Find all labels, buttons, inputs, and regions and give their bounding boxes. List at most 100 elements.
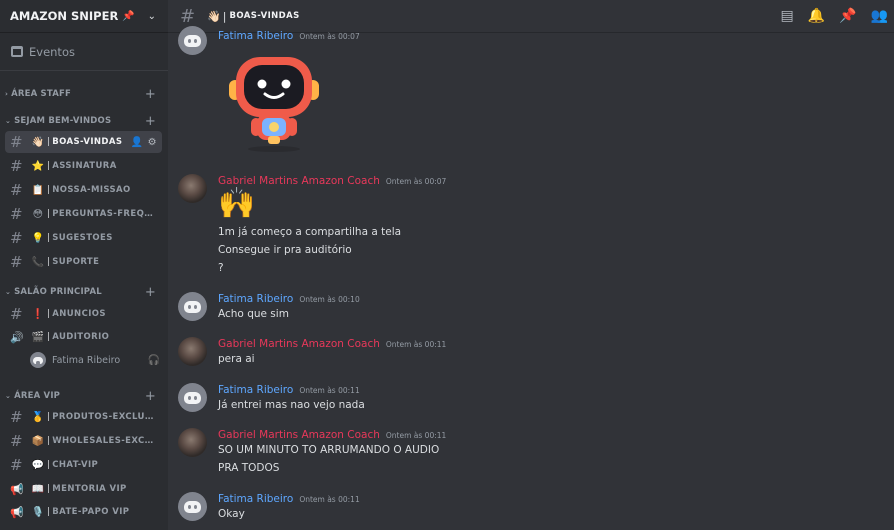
- channel-anuncios[interactable]: # ❗ | ANÚNCIOS: [5, 303, 162, 325]
- add-channel-icon[interactable]: +: [145, 114, 156, 129]
- events-label: Eventos: [29, 44, 75, 59]
- channel-emoji: 🥇: [31, 411, 45, 423]
- channel-name: ANÚNCIOS: [52, 309, 106, 319]
- message-text: Acho que sim: [218, 308, 289, 320]
- message-timestamp: Ontem às 00:11: [299, 386, 360, 395]
- channel-name: BATE-PAPO VIP: [52, 507, 130, 517]
- channel-title: BOAS-VINDAS: [229, 11, 300, 21]
- chevron-down-icon: ⌄: [5, 288, 12, 296]
- message-text: ?: [218, 262, 224, 274]
- channel-name: ASSINATURA: [52, 161, 117, 171]
- hash-icon: #: [10, 432, 23, 450]
- channel-wholesales-exclusivos[interactable]: # 📦 | WHOLESALES-EXCLUSI...: [5, 430, 162, 452]
- gear-icon[interactable]: ⚙: [148, 137, 157, 148]
- category-label: ÁREA STAFF: [11, 89, 72, 99]
- avatar[interactable]: [178, 337, 207, 366]
- channel-name: BOAS-VINDAS: [52, 137, 123, 147]
- channel-emoji: 👋🏻: [31, 136, 45, 148]
- member-list-icon[interactable]: 👥: [871, 8, 888, 24]
- category-label: SALÃO PRINCIPAL: [14, 287, 102, 297]
- chevron-right-icon: ›: [5, 90, 9, 98]
- channel-sidebar: AMAZON SNIPER 📌 ⌄ Eventos › ÁREA STAFF + ⌄…: [0, 0, 168, 530]
- message-timestamp: Ontem às 00:07: [299, 32, 360, 41]
- avatar[interactable]: [178, 428, 207, 457]
- message-text: Consegue ir pra auditório: [218, 244, 352, 256]
- server-header[interactable]: AMAZON SNIPER 📌 ⌄: [0, 0, 168, 33]
- hash-icon: #: [10, 205, 23, 223]
- message-text: SO UM MINUTO TO ARRUMANDO O AUDIO: [218, 444, 440, 456]
- message-timestamp: Ontem às 00:11: [299, 495, 360, 504]
- message-timestamp: Ontem às 00:10: [299, 295, 360, 304]
- add-channel-icon[interactable]: +: [145, 389, 156, 404]
- add-channel-icon[interactable]: +: [145, 285, 156, 300]
- avatar[interactable]: [178, 26, 207, 55]
- chevron-down-icon[interactable]: ⌄: [148, 11, 156, 22]
- category-sejam-bem-vindos[interactable]: ⌄ SEJAM BEM-VINDOS +: [0, 113, 168, 129]
- pin-icon[interactable]: 📌: [839, 8, 856, 24]
- notification-bell-icon[interactable]: 🔔: [808, 8, 825, 24]
- channel-nossa-missao[interactable]: # 📋 | NOSSA-MISSÃO: [5, 179, 162, 201]
- voice-participant[interactable]: Fatima Ribeiro 🎧: [30, 350, 160, 370]
- stage-icon: 📢: [10, 505, 25, 519]
- channel-name: MENTORIA VIP: [52, 484, 127, 494]
- speaker-icon: 🔊: [10, 330, 25, 344]
- channel-perguntas-frequentes[interactable]: # 😳 | PERGUNTAS-FREQUENT...: [5, 203, 162, 225]
- message-author[interactable]: Fatima Ribeiro: [218, 384, 293, 396]
- channel-suporte[interactable]: # 📞 | SUPORTE: [5, 251, 162, 273]
- avatar[interactable]: [178, 383, 207, 412]
- invite-icon[interactable]: 👤: [131, 137, 144, 148]
- channel-sugestoes[interactable]: # 💡 | SUGESTÕES: [5, 227, 162, 249]
- category-salao-principal[interactable]: ⌄ SALÃO PRINCIPAL +: [0, 284, 168, 300]
- channel-emoji: 📖: [31, 483, 45, 495]
- channel-assinatura[interactable]: # ⭐ | ASSINATURA: [5, 155, 162, 177]
- voice-participant-name: Fatima Ribeiro: [52, 354, 121, 366]
- message-timestamp: Ontem às 00:11: [385, 340, 447, 349]
- channel-emoji: ⭐: [31, 160, 45, 172]
- channel-emoji: 📞: [31, 256, 45, 268]
- channel-name: PERGUNTAS-FREQUENT...: [52, 209, 156, 219]
- hash-icon: #: [10, 157, 23, 175]
- avatar[interactable]: [178, 292, 207, 321]
- calendar-icon: [11, 46, 23, 57]
- message-author[interactable]: Fatima Ribeiro: [218, 293, 293, 305]
- channel-emoji: 🎙️: [31, 506, 45, 518]
- channel-chat-vip[interactable]: # 💬 | CHAT-VIP: [5, 454, 162, 476]
- avatar[interactable]: [178, 492, 207, 521]
- channel-name: SUGESTÕES: [52, 233, 113, 243]
- category-area-vip[interactable]: ⌄ ÁREA VIP +: [0, 388, 168, 404]
- stage-icon: 📢: [10, 482, 25, 496]
- channel-header: # 👋🏻 | BOAS-VINDAS ▤ 🔔 📌 👥: [168, 0, 894, 33]
- server-name: AMAZON SNIPER 📌: [10, 9, 135, 23]
- hash-icon: #: [10, 456, 23, 474]
- channel-name: CHAT-VIP: [52, 460, 99, 470]
- hash-icon: #: [10, 305, 23, 323]
- message-text: Okay: [218, 508, 245, 520]
- message-author[interactable]: Gabriel Martins Amazon Coach: [218, 338, 380, 350]
- threads-icon[interactable]: ▤: [780, 8, 793, 24]
- add-channel-icon[interactable]: +: [145, 87, 156, 102]
- message-author[interactable]: Fatima Ribeiro: [218, 30, 293, 42]
- channel-emoji: 💡: [31, 232, 45, 244]
- channel-produtos-exclusivos[interactable]: # 🥇 | PRODUTOS-EXCLUSIVOS: [5, 406, 162, 428]
- voice-channel-auditorio[interactable]: 🔊 🎬 | AUDITÓRIO: [5, 326, 162, 348]
- stage-channel-mentoria-vip[interactable]: 📢 📖 | MENTORIA VIP: [5, 478, 162, 500]
- message-author[interactable]: Gabriel Martins Amazon Coach: [218, 429, 380, 441]
- message-text: Já entrei mas nao vejo nada: [218, 399, 365, 411]
- events-link[interactable]: Eventos: [0, 33, 168, 71]
- channel-boas-vindas[interactable]: # 👋🏻 | BOAS-VINDAS 👤 ⚙: [5, 131, 162, 153]
- hash-icon: #: [10, 133, 23, 151]
- channel-emoji: 💬: [31, 459, 45, 471]
- category-area-staff[interactable]: › ÁREA STAFF +: [0, 86, 168, 102]
- chevron-down-icon: ⌄: [5, 392, 12, 400]
- hash-icon: #: [10, 181, 23, 199]
- stage-channel-bate-papo-vip[interactable]: 📢 🎙️ | BATE-PAPO VIP: [5, 501, 162, 523]
- channel-emoji: 👋🏻: [207, 9, 221, 23]
- hash-icon: #: [180, 5, 196, 27]
- category-label: ÁREA VIP: [14, 391, 61, 401]
- message-author[interactable]: Fatima Ribeiro: [218, 493, 293, 505]
- avatar[interactable]: [178, 174, 207, 203]
- category-label: SEJAM BEM-VINDOS: [14, 116, 112, 126]
- chevron-down-icon: ⌄: [5, 117, 12, 125]
- pin-icon: 📌: [122, 10, 135, 22]
- message-text: pera ai: [218, 353, 255, 365]
